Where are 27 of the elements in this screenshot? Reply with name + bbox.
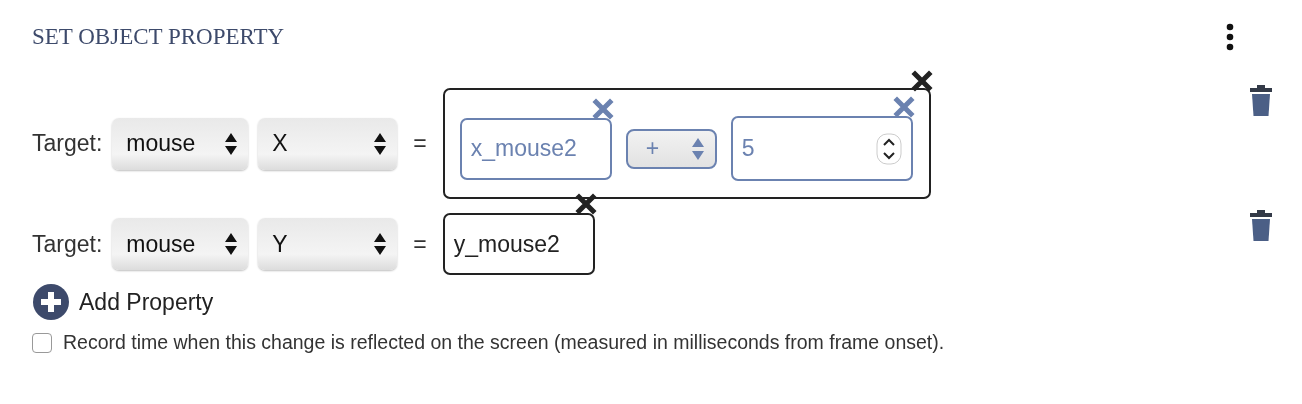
property-select[interactable]: Y [258,218,398,270]
updown-icon [224,232,239,256]
record-time-label: Record time when this change is reflected on the screen (measured in milliseconds from frame onset). [63,331,945,354]
remove-icon[interactable] [910,70,933,92]
equals-sign: = [413,130,427,157]
trash-icon[interactable] [1249,84,1273,117]
trash-icon[interactable] [1249,209,1273,242]
updown-icon [690,136,705,161]
object-select[interactable]: mouse [112,218,249,270]
remove-icon[interactable] [574,193,597,215]
variable-field[interactable]: y_mouse2 [442,213,595,275]
updown-icon [373,232,388,256]
target-label: Target: [32,230,103,258]
more-icon[interactable] [1226,23,1234,51]
add-property-button[interactable]: Add Property [32,283,1275,321]
object-select[interactable]: mouse [112,117,249,170]
spinner-icon[interactable] [875,132,902,165]
target-label: Target: [32,130,103,157]
checkbox[interactable] [32,332,52,353]
updown-icon [373,131,388,156]
property-select[interactable]: X [258,117,398,170]
updown-icon [224,131,239,156]
number-field[interactable]: 5 [730,116,913,181]
equals-sign: = [413,230,427,258]
section-title: SET OBJECT PROPERTY [32,24,285,50]
plus-circle-icon [32,283,70,321]
variable-field[interactable]: x_mouse2 [459,117,612,180]
